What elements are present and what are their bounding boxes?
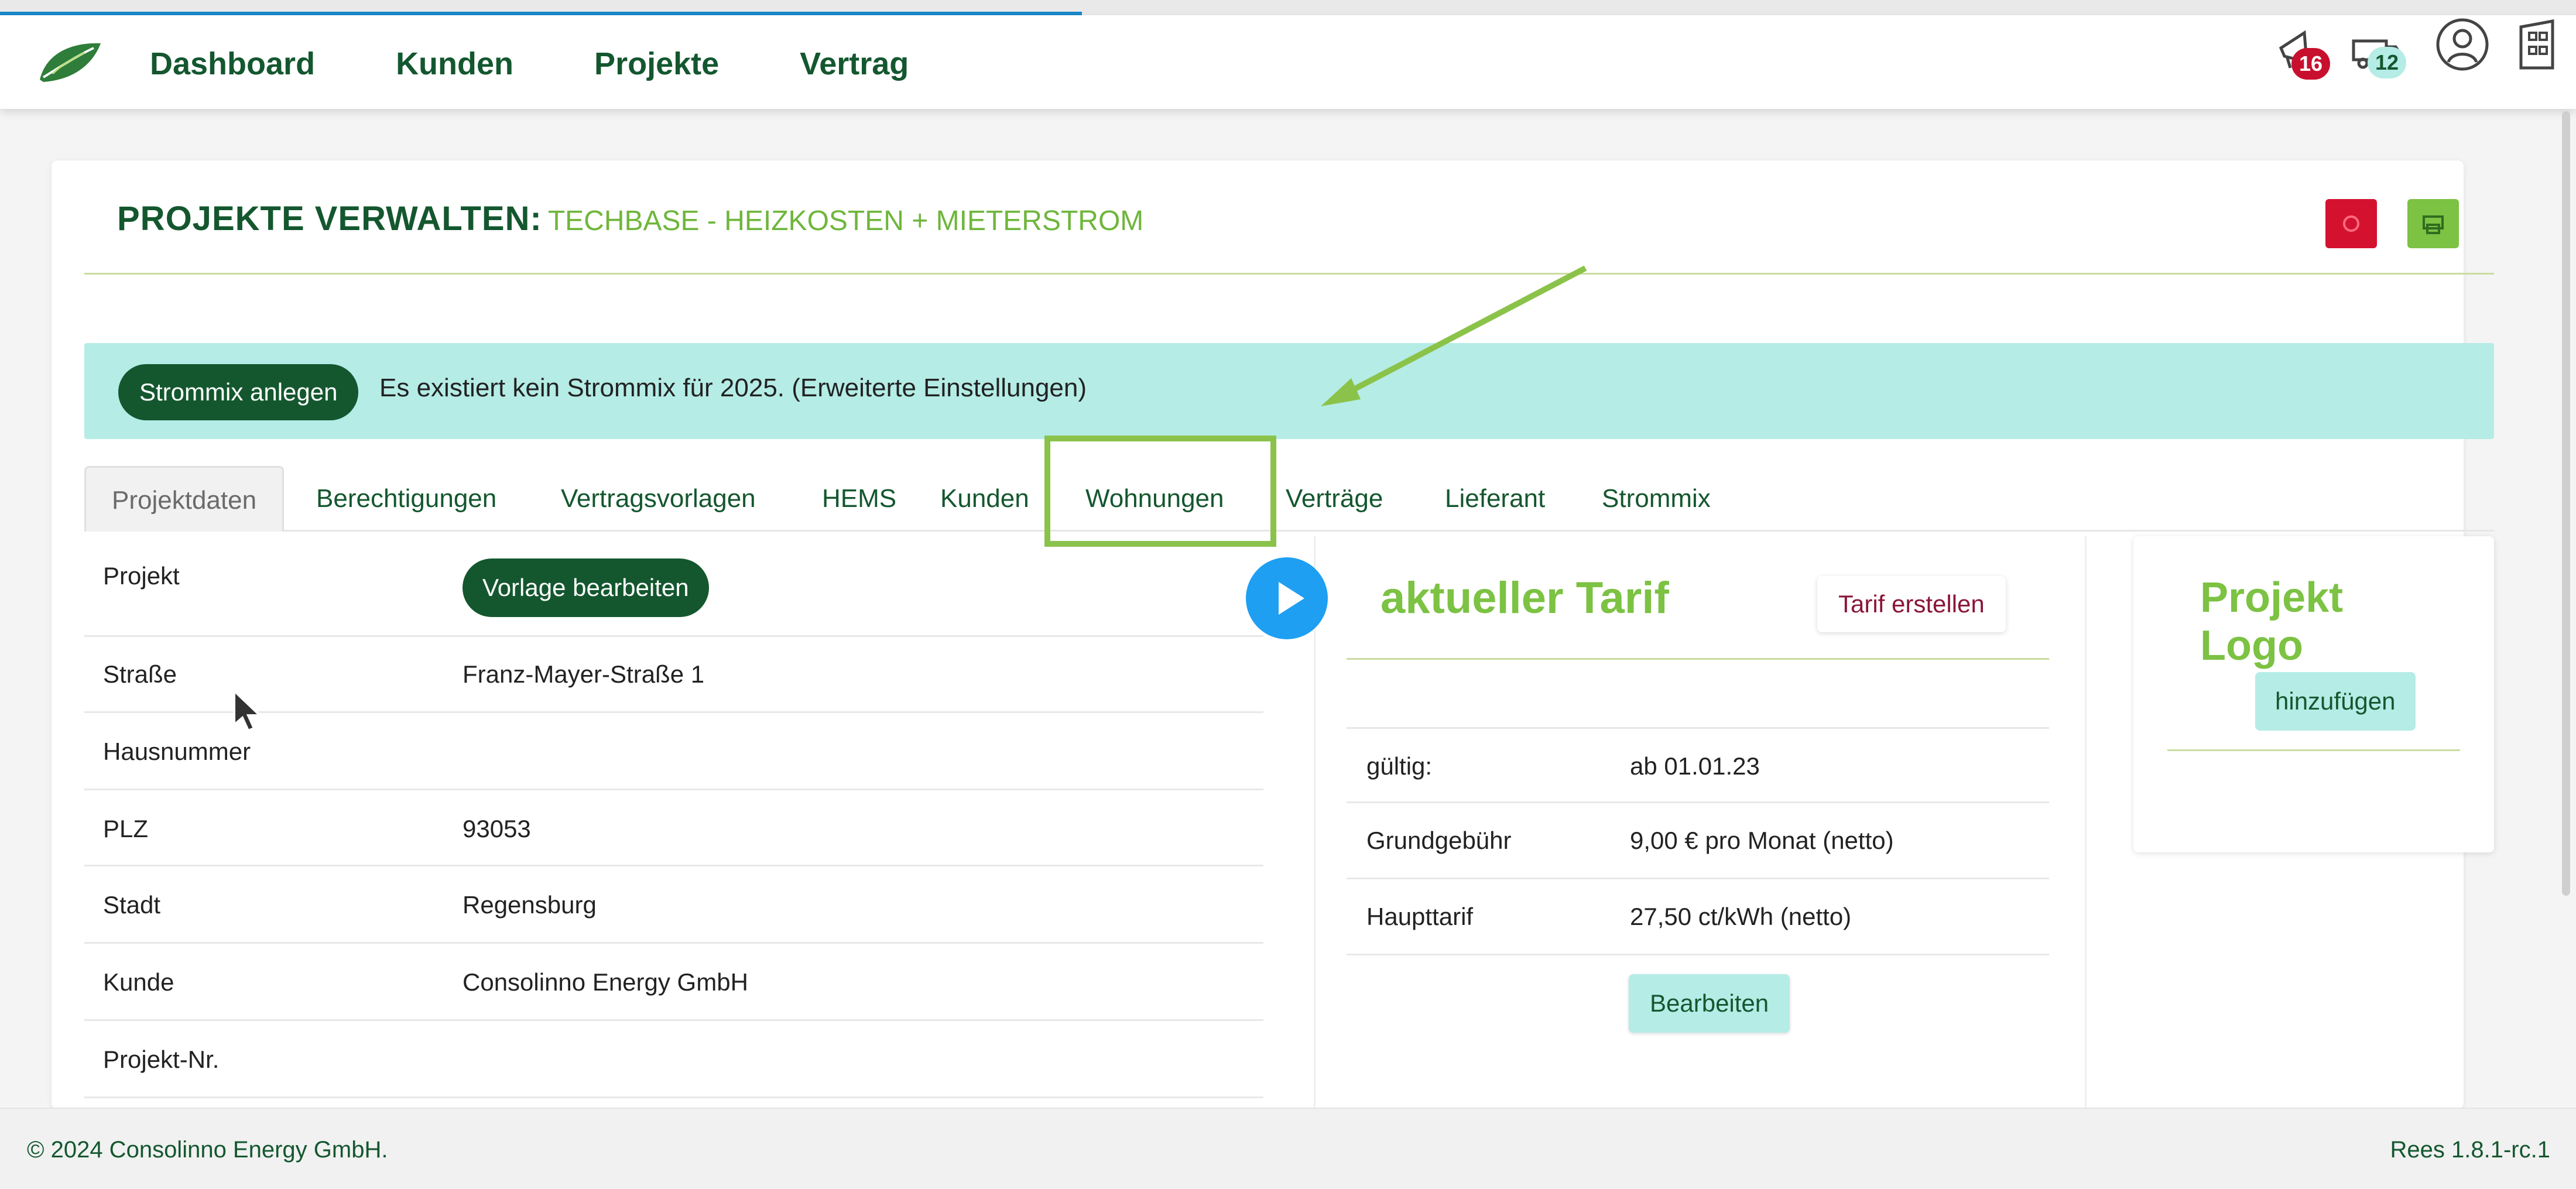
tab-strommix[interactable]: Strommix [1602,466,1711,532]
mouse-cursor-icon [233,688,263,732]
tab-vertragsvorlagen[interactable]: Vertragsvorlagen [561,466,756,532]
building-icon[interactable] [2512,15,2570,74]
project-tabs: Projektdaten Berechtigungen Vertragsvorl… [84,466,2494,532]
project-logo-title: Projekt Logo [2200,574,2344,669]
tarif-row-value: 9,00 € pro Monat (netto) [1630,827,1894,854]
footer: © 2024 Consolinno Energy GmbH. Rees 1.8.… [0,1108,2576,1189]
nav-projekte[interactable]: Projekte [594,43,719,84]
tarif-row-label: Grundgebühr [1366,827,1512,854]
table-row: Projekt-Nr. [84,1021,1263,1098]
row-value: Franz-Mayer-Straße 1 [463,660,705,688]
tarif-row-value: 27,50 ct/kWh (netto) [1630,903,1852,930]
gear-icon [2343,215,2359,232]
row-label: Straße [103,660,177,688]
footer-version: Rees 1.8.1-rc.1 [2390,1137,2550,1163]
annotation-arrow [1321,265,1587,406]
strommix-banner-text: Es existiert kein Strommix für 2025. (Er… [379,374,1087,402]
leaf-logo-icon[interactable] [35,39,104,85]
tarif-divider [1347,658,2049,660]
strommix-anlegen-button[interactable]: Strommix anlegen [118,364,359,420]
page-title-strong: PROJEKTE VERWALTEN: [117,200,542,238]
tarif-row-label: Haupttarif [1366,903,1474,930]
tarif-title: aktueller Tarif [1381,573,1669,623]
row-label: PLZ [103,815,149,842]
title-divider [84,273,2494,275]
page-title-project: TECHBASE - HEIZKOSTEN + MIETERSTROM [547,205,1144,237]
row-label: Projekt-Nr. [103,1046,220,1073]
tarif-row-value: ab 01.01.23 [1630,752,1760,780]
tarif-erstellen-button[interactable]: Tarif erstellen [1817,576,2006,632]
tab-lieferant[interactable]: Lieferant [1445,466,1545,532]
tab-berechtigungen[interactable]: Berechtigungen [316,466,496,532]
table-row: Kunde Consolinno Energy GmbH [84,944,1263,1021]
logo-hinzufuegen-button[interactable]: hinzufügen [2255,672,2416,731]
nav-dashboard[interactable]: Dashboard [150,43,315,84]
row-value: Consolinno Energy GmbH [463,968,748,996]
footer-copyright: © 2024 Consolinno Energy GmbH. [27,1137,388,1163]
settings-button[interactable] [2325,199,2377,248]
tarif-row-label: gültig: [1366,752,1433,780]
tab-kunden[interactable]: Kunden [940,466,1029,532]
row-label: Kunde [103,968,174,996]
row-label: Hausnummer [103,738,251,765]
user-avatar-icon[interactable] [2433,15,2492,74]
table-row: PLZ 93053 [84,790,1263,866]
tarif-row: gültig: ab 01.01.23 [1347,727,2049,803]
print-button[interactable] [2407,199,2459,248]
row-value: Regensburg [463,891,597,919]
tab-hems[interactable]: HEMS [822,466,896,532]
delivery-badge: 12 [2368,47,2406,78]
main-nav: Dashboard Kunden Projekte Vertrag [150,43,989,84]
row-label: Stadt [103,891,161,919]
page-title: PROJEKTE VERWALTEN: TECHBASE - HEIZKOSTEN… [117,199,1143,238]
play-icon [1279,582,1304,615]
table-row: Stadt Regensburg [84,866,1263,944]
row-value: 93053 [463,815,531,842]
top-header: Dashboard Kunden Projekte Vertrag 16 12 [0,15,2576,109]
tarif-row: Grundgebühr 9,00 € pro Monat (netto) [1347,803,2049,879]
tab-highlight-annotation [1044,436,1276,547]
logo-divider [2167,749,2460,751]
notification-badge: 16 [2291,48,2330,80]
strommix-banner: Strommix anlegen Es existiert kein Strom… [84,343,2494,439]
vorlage-bearbeiten-button[interactable]: Vorlage bearbeiten [463,558,709,617]
row-label: Projekt [103,562,180,590]
tarif-bearbeiten-button[interactable]: Bearbeiten [1629,974,1790,1033]
video-play-button[interactable] [1246,557,1328,639]
page-scrollbar[interactable] [2562,111,2570,896]
nav-vertrag[interactable]: Vertrag [800,43,909,84]
printer-icon [2423,215,2444,234]
tab-vertraege[interactable]: Verträge [1286,466,1383,532]
nav-kunden[interactable]: Kunden [396,43,513,84]
video-progress-track[interactable] [0,0,2576,15]
tarif-row: Haupttarif 27,50 ct/kWh (netto) [1347,879,2049,955]
tab-projektdaten[interactable]: Projektdaten [84,466,285,532]
